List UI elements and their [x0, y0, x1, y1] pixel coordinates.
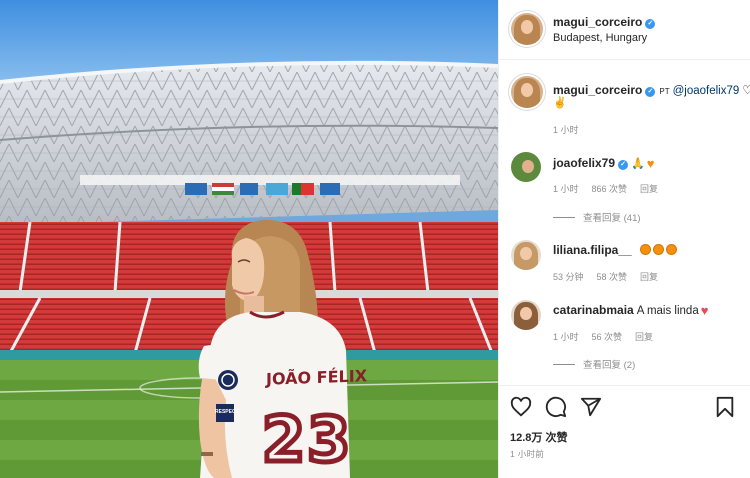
verified-badge-icon: ✓ [618, 160, 629, 170]
red-heart-icon: ♥ [700, 303, 709, 318]
bookmark-icon[interactable] [714, 396, 736, 418]
comment-meta: 53 分钟 58 次赞 回复 [553, 270, 671, 283]
comment-icon[interactable] [545, 396, 567, 418]
view-replies-label[interactable]: 查看回复 (41) [583, 213, 641, 224]
comment-likes[interactable]: 866 次赞 [592, 184, 628, 194]
victory-hand-icon: ✌ [553, 97, 567, 109]
comment-likes[interactable]: 56 次赞 [592, 332, 623, 342]
comment-meta: 1 小时 56 次赞 回复 [553, 330, 666, 343]
verified-badge-icon: ✓ [645, 19, 656, 29]
post-details-panel: magui_corceiro ✓ Budapest, Hungary magui_… [498, 0, 750, 478]
pray-icon: 🙏 [631, 158, 645, 170]
share-icon[interactable] [580, 396, 602, 418]
post-actions: 12.8万 次赞 1 小时前 [499, 385, 750, 478]
comment-text: A mais linda [636, 305, 699, 317]
post-timestamp[interactable]: 1 小时前 [510, 448, 544, 460]
comment-likes[interactable]: 58 次赞 [597, 272, 628, 282]
view-replies-button[interactable]: 查看回复 (41) [553, 210, 641, 224]
star-struck-icon [639, 244, 651, 255]
avatar[interactable] [511, 13, 543, 45]
star-struck-icon [665, 244, 677, 255]
comment-avatar[interactable] [511, 240, 541, 270]
post-photo[interactable]: JOÃO FÉLIX 23 RESPECT [0, 0, 498, 478]
star-struck-icon [652, 244, 664, 255]
comment-body: liliana.filipa__ [553, 243, 677, 257]
comment-time: 1 小时 [553, 332, 579, 342]
comment-username[interactable]: liliana.filipa__ [553, 243, 632, 257]
instagram-post-modal: JOÃO FÉLIX 23 RESPECT magui_corceiro ✓ Bu… [0, 0, 750, 478]
stadium-photo [0, 0, 498, 478]
comment-body: catarinabmaia A mais linda ♥ [553, 303, 708, 317]
white-heart-icon: ♡ [742, 83, 750, 97]
post-author[interactable]: magui_corceiro ✓ [553, 15, 656, 29]
comment-username[interactable]: joaofelix79 [553, 156, 615, 170]
jersey-number: 23 [259, 401, 353, 478]
comment-username[interactable]: catarinabmaia [553, 303, 634, 317]
comment-body: joaofelix79 ✓ 🙏 ♥ [553, 156, 654, 170]
caption-avatar[interactable] [511, 76, 543, 108]
jersey-name: JOÃO FÉLIX [266, 366, 368, 389]
sleeve-patch-text: RESPECT [215, 409, 239, 415]
caption-username[interactable]: magui_corceiro [553, 83, 642, 97]
post-header: magui_corceiro ✓ Budapest, Hungary [499, 0, 750, 60]
caption-lang-tag: PT [659, 87, 670, 96]
reply-button[interactable]: 回复 [640, 184, 658, 194]
post-author-name[interactable]: magui_corceiro [553, 15, 642, 29]
comment-avatar[interactable] [511, 300, 541, 330]
caption-mention[interactable]: @joaofelix79 [673, 85, 740, 97]
view-replies-button[interactable]: 查看回复 (2) [553, 357, 635, 371]
verified-badge-icon: ✓ [645, 87, 656, 97]
comment-meta: 1 小时 866 次赞 回复 [553, 182, 671, 195]
orange-heart-icon: ♥ [646, 156, 655, 171]
reply-button[interactable]: 回复 [640, 272, 658, 282]
comment-time: 1 小时 [553, 184, 579, 194]
post-location[interactable]: Budapest, Hungary [553, 32, 647, 44]
comment-avatar[interactable] [511, 152, 541, 182]
comment-time: 53 分钟 [553, 272, 584, 282]
likes-count[interactable]: 12.8万 次赞 [510, 429, 567, 445]
like-heart-icon[interactable] [510, 396, 532, 418]
caption-line: magui_corceiro ✓ PT @joaofelix79 ♡ [553, 83, 750, 97]
caption-time: 1 小时 [553, 125, 579, 135]
reply-button[interactable]: 回复 [635, 332, 653, 342]
view-replies-label[interactable]: 查看回复 (2) [583, 360, 635, 371]
